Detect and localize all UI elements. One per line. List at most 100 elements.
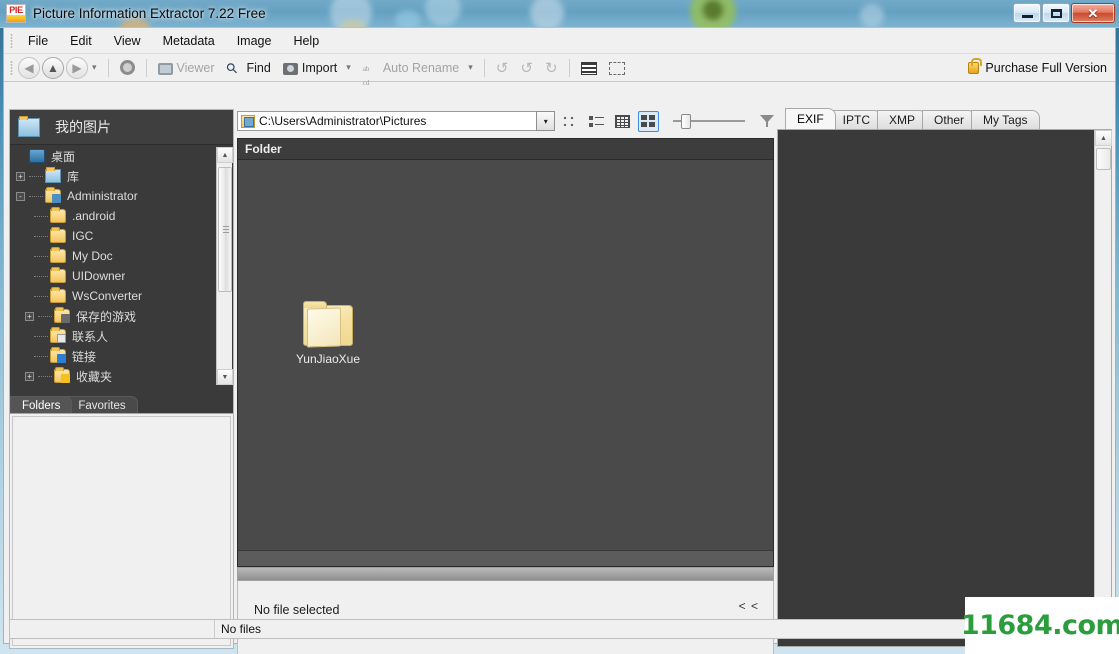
scrollbar-thumb[interactable] <box>1096 148 1111 170</box>
dashed-box-button[interactable] <box>603 57 631 78</box>
thumbnail-area[interactable]: YunJiaoXue <box>237 160 774 567</box>
tree-item-igc[interactable]: IGC <box>10 226 233 246</box>
tab-xmp[interactable]: XMP <box>877 110 927 129</box>
settings-button[interactable] <box>114 57 141 78</box>
rotate-left-button[interactable]: ↺ <box>514 56 539 80</box>
maximize-button[interactable] <box>1042 3 1070 23</box>
expand-icon[interactable]: + <box>16 172 25 181</box>
view-thumbnails-button[interactable] <box>638 111 659 132</box>
column-header[interactable]: Folder <box>237 138 774 160</box>
scroll-down-icon[interactable]: ▼ <box>217 369 233 385</box>
tab-my-tags[interactable]: My Tags <box>971 110 1039 129</box>
close-button[interactable]: ✕ <box>1071 3 1115 23</box>
details-splitter[interactable] <box>237 567 774 581</box>
menu-grip[interactable] <box>8 33 14 49</box>
import-button[interactable]: Import <box>277 58 343 78</box>
scroll-up-icon[interactable]: ▲ <box>217 147 233 163</box>
tree-item-label: My Doc <box>72 249 113 263</box>
tab-folders[interactable]: Folders <box>10 396 72 413</box>
rotate-right-button[interactable]: ↻ <box>539 56 564 80</box>
pie-logo-icon: PIE <box>6 4 26 23</box>
path-text: C:\Users\Administrator\Pictures <box>259 114 426 128</box>
tree-item-uidowner[interactable]: UIDowner <box>10 266 233 286</box>
collapse-details-button[interactable]: < < <box>739 599 759 613</box>
grid-rows-button[interactable] <box>575 57 603 78</box>
folder-panel-tabs: Folders Favorites <box>10 395 233 413</box>
lock-icon <box>968 62 979 74</box>
status-left <box>10 620 215 638</box>
path-dropdown-button[interactable]: ▾ <box>536 111 555 131</box>
tree-line <box>34 256 48 257</box>
list-item[interactable]: YunJiaoXue <box>278 305 378 366</box>
tree-item-saved-games[interactable]: + 保存的游戏 <box>10 306 233 326</box>
scrollbar-thumb[interactable] <box>218 167 232 292</box>
horizontal-scrollbar[interactable] <box>238 550 773 566</box>
metadata-scrollbar[interactable]: ▲ <box>1094 130 1111 646</box>
tree-item-my-doc[interactable]: My Doc <box>10 246 233 266</box>
view-details-icon <box>615 115 630 128</box>
purchase-label: Purchase Full Version <box>985 61 1107 75</box>
tree-item-administrator[interactable]: - Administrator <box>10 186 233 206</box>
menu-metadata[interactable]: Metadata <box>152 31 226 51</box>
tab-other[interactable]: Other <box>922 110 976 129</box>
import-caret-icon[interactable]: ▾ <box>343 62 357 73</box>
history-caret-icon[interactable]: ▾ <box>89 62 103 73</box>
tree-item-contacts[interactable]: 联系人 <box>10 326 233 346</box>
undo-button[interactable]: ↺ <box>490 56 515 80</box>
saved-games-icon <box>54 309 70 323</box>
minimize-button[interactable] <box>1013 3 1041 23</box>
thumbnail-size-slider[interactable] <box>673 111 741 131</box>
menu-view[interactable]: View <box>103 31 152 51</box>
tree-item-favorites[interactable]: + 收藏夹 <box>10 366 233 386</box>
tree-item-label: 保存的游戏 <box>76 308 136 325</box>
tab-iptc[interactable]: IPTC <box>831 110 882 129</box>
menu-file[interactable]: File <box>17 31 59 51</box>
scroll-up-icon[interactable]: ▲ <box>1095 130 1112 146</box>
folder-tree-scrollbar[interactable]: ▲ ▼ <box>216 147 232 385</box>
tree-item-android[interactable]: .android <box>10 206 233 226</box>
left-lower-pane-inner <box>12 416 231 646</box>
toolbar-grip[interactable] <box>8 60 14 76</box>
tree-item-links[interactable]: 链接 <box>10 346 233 366</box>
tab-favorites[interactable]: Favorites <box>66 396 137 413</box>
left-lower-pane <box>10 413 233 648</box>
tree-item-label: 收藏夹 <box>76 368 112 385</box>
purchase-full-version-button[interactable]: Purchase Full Version <box>968 61 1107 75</box>
up-icon[interactable]: ▲ <box>42 57 64 79</box>
tree-item-desktop[interactable]: 桌面 <box>10 146 233 166</box>
auto-rename-button[interactable]: abcd Auto Rename <box>357 57 465 79</box>
path-input[interactable]: C:\Users\Administrator\Pictures <box>237 111 537 131</box>
tab-exif[interactable]: EXIF <box>785 108 836 129</box>
folder-panel: 我的图片 桌面 + 库 - <box>9 109 234 649</box>
toolbar-separator <box>146 59 147 77</box>
menu-image[interactable]: Image <box>226 31 283 51</box>
view-list-icon <box>589 115 604 128</box>
watermark: 11684.com <box>965 597 1119 654</box>
view-list-button[interactable] <box>586 111 607 132</box>
view-details-button[interactable] <box>612 111 633 132</box>
find-button[interactable]: ⚲ Find <box>221 57 277 79</box>
tree-item-wsconverter[interactable]: WsConverter <box>10 286 233 306</box>
rotate-right-icon: ↻ <box>545 59 558 77</box>
slider-knob[interactable] <box>681 114 691 129</box>
tree-line <box>34 276 48 277</box>
menu-edit[interactable]: Edit <box>59 31 103 51</box>
collapse-icon[interactable]: - <box>16 192 25 201</box>
column-header-label: Folder <box>245 142 282 156</box>
expand-icon[interactable]: + <box>25 312 34 321</box>
forward-icon[interactable]: ▶ <box>66 57 88 79</box>
tree-item-library[interactable]: + 库 <box>10 166 233 186</box>
back-icon[interactable]: ◀ <box>18 57 40 79</box>
viewer-button[interactable]: Viewer <box>152 58 221 78</box>
toolbar: ◀ ▲ ▶ ▾ Viewer ⚲ Find Import ▾ abcd Auto <box>4 54 1115 82</box>
view-icons-button[interactable] <box>560 111 581 132</box>
tree-line <box>34 296 48 297</box>
expand-icon[interactable]: + <box>25 372 34 381</box>
tree-line <box>34 356 48 357</box>
minimize-icon <box>1022 15 1033 18</box>
filter-icon[interactable] <box>759 113 774 129</box>
menu-help[interactable]: Help <box>282 31 330 51</box>
auto-rename-caret-icon[interactable]: ▾ <box>465 62 479 73</box>
tree-item-label: UIDowner <box>72 269 125 283</box>
chevron-down-icon: ▾ <box>544 117 548 126</box>
